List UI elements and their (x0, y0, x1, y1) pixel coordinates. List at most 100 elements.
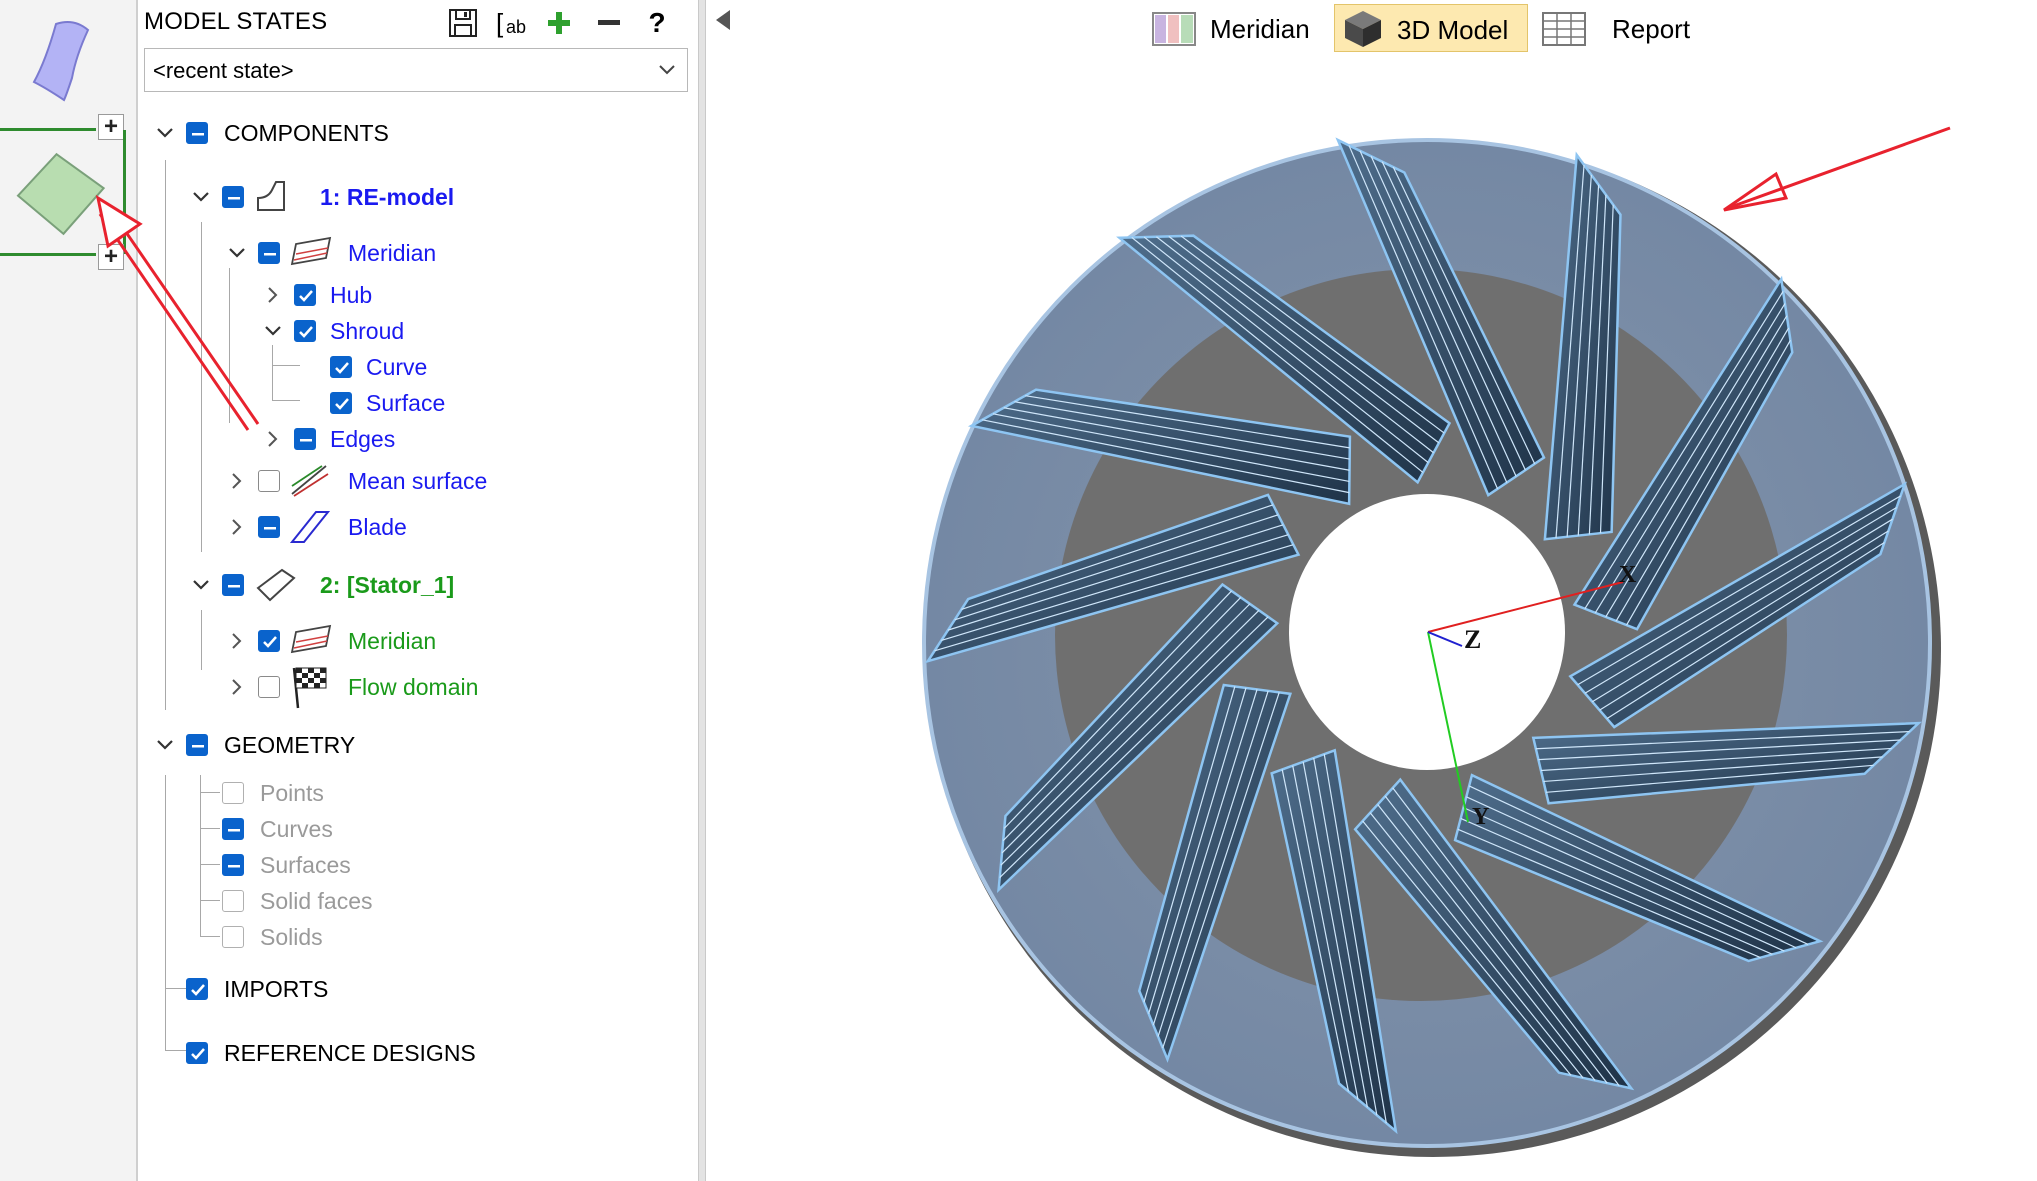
meridian-icon (290, 236, 332, 266)
solid-faces-checkbox[interactable] (222, 890, 244, 912)
re-model-label: 1: RE-model (320, 184, 455, 210)
chevron-right-icon[interactable] (262, 284, 284, 306)
tree-line (165, 775, 166, 1050)
stator-meridian-checkbox[interactable] (258, 630, 280, 652)
tree-line (201, 222, 202, 552)
rename-state-button[interactable]: [ ab (494, 6, 528, 40)
component-thumbnail-strip: + + (0, 0, 138, 1181)
edges-label: Edges (330, 426, 396, 452)
minus-icon (598, 20, 620, 25)
hub-label: Hub (330, 282, 373, 308)
chevron-right-icon[interactable] (226, 516, 248, 538)
chevron-right-icon[interactable] (262, 428, 284, 450)
imports-label: IMPORTS (224, 976, 329, 1002)
reference-designs-checkbox[interactable] (186, 1042, 208, 1064)
chevron-down-icon[interactable] (154, 122, 176, 144)
tree-line (200, 864, 220, 865)
center-bore (1289, 494, 1565, 770)
panel-splitter[interactable] (698, 0, 706, 1181)
components-checkbox[interactable] (186, 122, 208, 144)
chevron-down-icon[interactable] (226, 242, 248, 264)
surfaces-checkbox[interactable] (222, 854, 244, 876)
stator-label: 2: [Stator_1] (320, 572, 455, 598)
surface-label: Surface (366, 390, 446, 416)
points-checkbox[interactable] (222, 782, 244, 804)
tree-line (165, 160, 166, 710)
plus-icon (548, 12, 570, 34)
add-state-button[interactable] (542, 6, 576, 40)
x-axis-label: X (1619, 562, 1637, 588)
tree-line (200, 936, 220, 937)
hub-checkbox[interactable] (294, 284, 316, 306)
chevron-right-icon[interactable] (226, 630, 248, 652)
help-button[interactable]: ? (640, 6, 674, 40)
chevron-down-icon[interactable] (190, 574, 212, 596)
chevron-right-icon[interactable] (226, 470, 248, 492)
meridian-checkbox[interactable] (258, 242, 280, 264)
blade-checkbox[interactable] (258, 516, 280, 538)
blade-icon (289, 511, 331, 543)
tree-line (272, 345, 273, 400)
tree-line (200, 900, 220, 901)
save-icon (449, 9, 477, 37)
curve-checkbox[interactable] (330, 356, 352, 378)
tree-line (165, 988, 187, 989)
geometry-checkbox[interactable] (186, 734, 208, 756)
tree-line (229, 268, 230, 423)
tree-line (165, 1050, 187, 1051)
add-component-below-button[interactable]: + (98, 244, 124, 270)
solids-checkbox[interactable] (222, 926, 244, 948)
stator-3d-render[interactable]: X Y Z (706, 0, 2037, 1181)
model-state-select[interactable]: <recent state> (144, 48, 688, 92)
thumbnail-divider-bottom (0, 253, 96, 256)
model-state-value: <recent state> (153, 58, 294, 83)
panel-title: MODEL STATES (144, 8, 328, 35)
chevron-down-icon[interactable] (154, 734, 176, 756)
solids-label: Solids (260, 924, 323, 950)
imports-checkbox[interactable] (186, 978, 208, 1000)
flow-domain-checkbox[interactable] (258, 676, 280, 698)
curve-label: Curve (366, 354, 428, 380)
annotation-arrow-viewport (1723, 126, 1951, 212)
stator-thumbnail-selected[interactable] (0, 130, 126, 254)
stator-meridian-label: Meridian (348, 628, 437, 654)
rename-cursor-icon: [ (496, 8, 504, 38)
stator-component-icon (256, 568, 296, 602)
tree-line (272, 400, 300, 401)
checkered-flag-icon (292, 667, 327, 709)
tree-line (200, 828, 220, 829)
3d-viewport[interactable]: Meridian 3D Model Report X Y Z (706, 0, 2037, 1181)
rename-label: ab (506, 17, 527, 37)
chevron-down-icon (659, 65, 675, 75)
geometry-label: GEOMETRY (224, 732, 356, 758)
y-axis-label: Y (1472, 804, 1489, 830)
re-model-checkbox[interactable] (222, 186, 244, 208)
chevron-right-icon[interactable] (226, 676, 248, 698)
tree-line (200, 792, 220, 793)
chevron-down-icon[interactable] (262, 320, 284, 342)
mean-surface-checkbox[interactable] (258, 470, 280, 492)
rotor-thumbnail-icon[interactable] (26, 16, 96, 106)
z-axis-label: Z (1464, 625, 1481, 654)
mean-surface-label: Mean surface (348, 468, 488, 494)
stator-thumbnail-icon (16, 152, 106, 236)
reference-designs-label: REFERENCE DESIGNS (224, 1040, 476, 1066)
tree-line (200, 775, 201, 937)
meridian-icon (290, 624, 332, 654)
chevron-down-icon[interactable] (190, 186, 212, 208)
tree-line (201, 610, 202, 670)
model-tree-panel: MODEL STATES [ ab ? <recent state> COMPO… (138, 0, 698, 1181)
blade-label: Blade (348, 514, 407, 540)
curves-checkbox[interactable] (222, 818, 244, 840)
meridian-label: Meridian (348, 240, 437, 266)
remove-state-button[interactable] (592, 6, 626, 40)
mean-surface-icon (291, 465, 329, 497)
rotor-component-icon (257, 181, 285, 211)
save-state-button[interactable] (446, 6, 480, 40)
solid-faces-label: Solid faces (260, 888, 373, 914)
shroud-checkbox[interactable] (294, 320, 316, 342)
surface-checkbox[interactable] (330, 392, 352, 414)
stator-checkbox[interactable] (222, 574, 244, 596)
edges-checkbox[interactable] (294, 428, 316, 450)
points-label: Points (260, 780, 324, 806)
